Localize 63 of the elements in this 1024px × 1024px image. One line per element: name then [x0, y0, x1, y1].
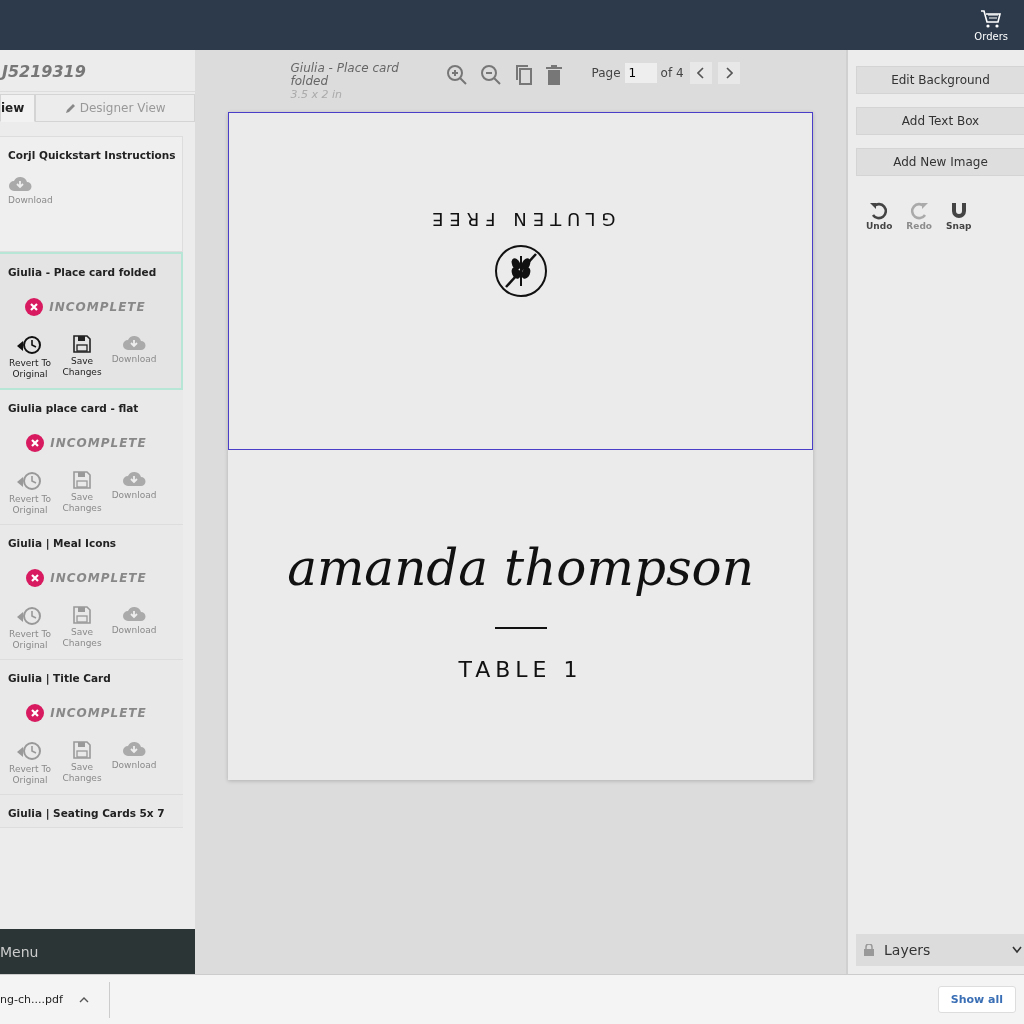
template-card[interactable]: Giulia - Place card folded INCOMPLETE Revert To Original Save Changes Download [0, 252, 183, 390]
template-card[interactable]: Corjl Quickstart Instructions Download [0, 136, 183, 252]
trash-icon[interactable] [545, 65, 562, 85]
document-title: Giulia - Place card folded [290, 62, 400, 88]
error-icon [26, 434, 45, 452]
status-label: INCOMPLETE [50, 706, 147, 720]
template-title: Corjl Quickstart Instructions [8, 149, 177, 161]
template-title: Giulia | Seating Cards 5x 7 [8, 807, 166, 819]
template-title: Giulia | Meal Icons [8, 537, 118, 549]
card-top-panel[interactable]: GLUTEN FREE [228, 112, 813, 450]
pencil-icon [64, 102, 76, 114]
history-icon [16, 334, 44, 356]
table-number: TABLE 1 [458, 657, 583, 682]
page-total: of 4 [660, 66, 684, 80]
guest-name: amanda thompson [287, 539, 754, 597]
copy-icon[interactable] [513, 64, 534, 86]
cloud-download-icon [122, 334, 146, 352]
history-icon [16, 605, 44, 627]
history-icon [16, 740, 44, 762]
chevron-down-icon [1012, 946, 1022, 954]
page-label: Page [591, 66, 621, 80]
cloud-download-icon [122, 740, 146, 758]
panel-button[interactable]: Add New Image [856, 148, 1024, 176]
template-title: Giulia place card - flat [8, 402, 140, 414]
status-label: INCOMPLETE [50, 571, 147, 585]
action-button[interactable]: Revert To Original [8, 334, 52, 380]
tool-button[interactable]: Undo [866, 201, 893, 231]
status-label: INCOMPLETE [49, 300, 146, 314]
cloud-download-icon [8, 175, 32, 193]
view-tab[interactable]: iew [0, 94, 36, 122]
zoom-out-icon[interactable] [479, 64, 502, 86]
previous-page-button[interactable] [689, 62, 712, 84]
no-wheat-icon [493, 244, 548, 298]
redo-icon [909, 201, 930, 221]
panel-button[interactable]: Add Text Box [856, 107, 1024, 135]
zoom-in-icon[interactable] [445, 64, 468, 86]
layers-label: Layers [884, 942, 931, 958]
panel-button[interactable]: Edit Background [856, 66, 1024, 94]
cloud-download-icon [122, 470, 146, 488]
card-label: GLUTEN FREE [425, 209, 616, 230]
page-number-field[interactable]: 1 [624, 63, 657, 83]
orders-button[interactable]: Orders [974, 8, 1008, 42]
chevron-right-icon [724, 67, 733, 79]
cart-icon [980, 8, 1003, 29]
layers-panel-header[interactable]: Layers [856, 934, 1024, 966]
cloud-download-icon [122, 605, 146, 623]
caret-up-icon [78, 996, 89, 1003]
chevron-left-icon [696, 67, 705, 79]
show-all-button[interactable]: Show all [937, 986, 1016, 1013]
error-icon [25, 298, 44, 316]
error-icon [26, 569, 45, 587]
template-title: Giulia - Place card folded [8, 266, 158, 278]
history-icon [16, 470, 44, 492]
template-title: Giulia | Title Card [8, 672, 112, 684]
undo-icon [869, 201, 890, 221]
download-item[interactable]: ng-ch....pdf [0, 981, 110, 1018]
action-button[interactable]: Save Changes [60, 334, 104, 380]
menu-bar[interactable]: Menu [0, 929, 195, 974]
tool-button[interactable]: Snap [946, 201, 972, 231]
error-icon [26, 704, 45, 722]
status-label: INCOMPLETE [50, 436, 147, 450]
lock-icon [864, 944, 874, 956]
next-page-button[interactable] [717, 62, 740, 84]
